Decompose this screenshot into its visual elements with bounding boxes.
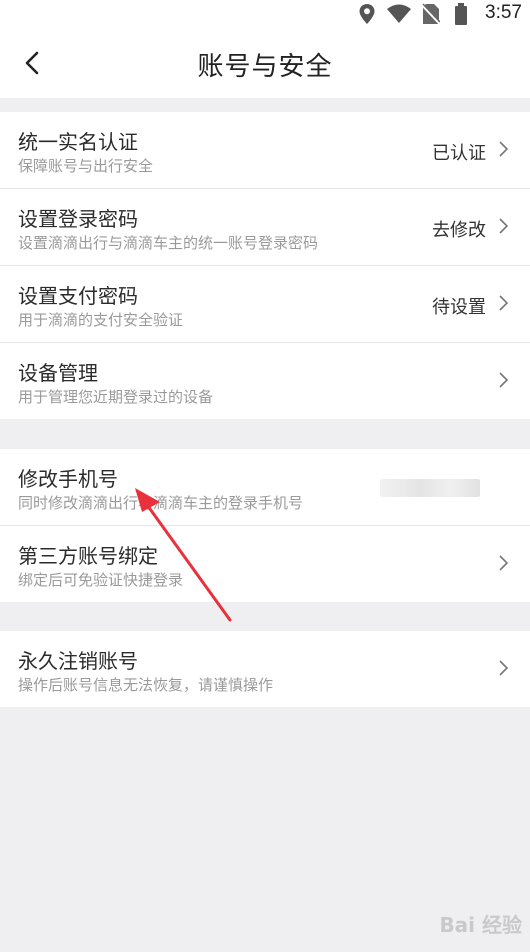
masked-phone-number bbox=[380, 479, 480, 497]
item-subtitle: 绑定后可免验证快捷登录 bbox=[18, 571, 184, 589]
item-title: 设备管理 bbox=[18, 361, 98, 385]
chevron-right-icon bbox=[499, 295, 509, 311]
item-title: 统一实名认证 bbox=[18, 130, 138, 154]
list-item-login-password[interactable]: 设置登录密码 设置滴滴出行与滴滴车主的统一账号登录密码 去修改 bbox=[0, 189, 530, 266]
item-title: 第三方账号绑定 bbox=[18, 544, 158, 568]
list-item-real-name-auth[interactable]: 统一实名认证 保障账号与出行安全 已认证 bbox=[0, 112, 530, 189]
list-item-delete-account[interactable]: 永久注销账号 操作后账号信息无法恢复，请谨慎操作 bbox=[0, 631, 530, 707]
item-title: 永久注销账号 bbox=[18, 649, 138, 673]
battery-icon bbox=[455, 3, 467, 25]
watermark-logo: Bai 经验 bbox=[439, 913, 522, 937]
list-item-device-management[interactable]: 设备管理 用于管理您近期登录过的设备 bbox=[0, 343, 530, 419]
chevron-right-icon bbox=[499, 372, 509, 388]
item-status: 已认证 bbox=[432, 143, 486, 164]
no-sim-icon bbox=[422, 3, 440, 25]
list-item-change-phone[interactable]: 修改手机号 同时修改滴滴出行与滴滴车主的登录手机号 bbox=[0, 449, 530, 526]
chevron-right-icon bbox=[499, 141, 509, 157]
item-subtitle: 操作后账号信息无法恢复，请谨慎操作 bbox=[18, 676, 274, 694]
location-icon bbox=[359, 4, 375, 24]
header-bar: 3:57 账号与安全 bbox=[0, 0, 530, 98]
item-subtitle: 同时修改滴滴出行与滴滴车主的登录手机号 bbox=[18, 494, 304, 512]
item-title: 设置登录密码 bbox=[18, 207, 138, 231]
item-subtitle: 保障账号与出行安全 bbox=[18, 157, 154, 175]
status-bar: 3:57 bbox=[0, 0, 530, 28]
list-item-third-party-binding[interactable]: 第三方账号绑定 绑定后可免验证快捷登录 bbox=[0, 526, 530, 602]
list-item-payment-password[interactable]: 设置支付密码 用于滴滴的支付安全验证 待设置 bbox=[0, 266, 530, 343]
group-account-security: 统一实名认证 保障账号与出行安全 已认证 设置登录密码 设置滴滴出行与滴滴车主的… bbox=[0, 112, 530, 419]
chevron-right-icon bbox=[499, 660, 509, 676]
item-subtitle: 用于滴滴的支付安全验证 bbox=[18, 311, 184, 329]
chevron-right-icon bbox=[499, 555, 509, 571]
wifi-icon bbox=[387, 4, 411, 23]
item-title: 设置支付密码 bbox=[18, 284, 138, 308]
clock-time: 3:57 bbox=[485, 2, 522, 23]
group-phone-binding: 修改手机号 同时修改滴滴出行与滴滴车主的登录手机号 第三方账号绑定 绑定后可免验… bbox=[0, 449, 530, 602]
item-subtitle: 设置滴滴出行与滴滴车主的统一账号登录密码 bbox=[18, 234, 319, 252]
group-account-deletion: 永久注销账号 操作后账号信息无法恢复，请谨慎操作 bbox=[0, 631, 530, 707]
chevron-right-icon bbox=[499, 218, 509, 234]
page-title: 账号与安全 bbox=[197, 52, 333, 82]
item-subtitle: 用于管理您近期登录过的设备 bbox=[18, 388, 214, 406]
item-title: 修改手机号 bbox=[18, 467, 118, 491]
item-status: 去修改 bbox=[432, 220, 486, 241]
item-status: 待设置 bbox=[432, 297, 486, 318]
